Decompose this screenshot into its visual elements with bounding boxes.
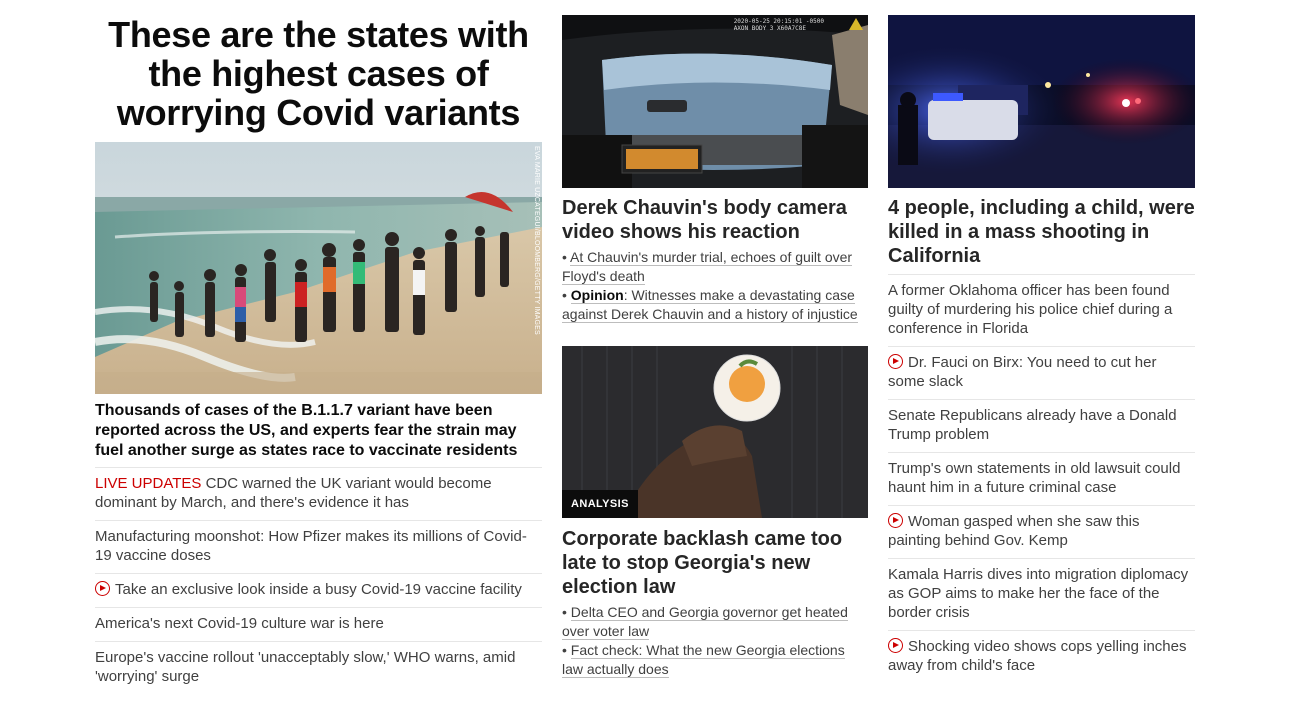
- list-item[interactable]: Manufacturing moonshot: How Pfizer makes…: [95, 520, 542, 573]
- list-item[interactable]: Woman gasped when she saw this painting …: [888, 505, 1195, 558]
- right-links-list: A former Oklahoma officer has been found…: [888, 274, 1195, 683]
- georgia-related-links: • Delta CEO and Georgia governor get hea…: [562, 603, 868, 679]
- beach-crowd-image[interactable]: EVA MARIE UZCATEGUI/BLOOMBERG/GETTY IMAG…: [95, 142, 542, 394]
- georgia-voter-sticker-image[interactable]: ANALYSIS: [562, 346, 868, 518]
- play-video-icon: [95, 581, 110, 596]
- list-item-text: Senate Republicans already have a Donald…: [888, 407, 1177, 443]
- image-credit: EVA MARIE UZCATEGUI/BLOOMBERG/GETTY IMAG…: [533, 146, 540, 335]
- lead-story-column: These are the states with the highest ca…: [95, 15, 542, 685]
- list-item-text: Europe's vaccine rollout 'unacceptably s…: [95, 649, 516, 685]
- list-item[interactable]: Kamala Harris dives into migration diplo…: [888, 558, 1195, 630]
- list-item[interactable]: Dr. Fauci on Birx: You need to cut her s…: [888, 346, 1195, 399]
- list-item-text: Shocking video shows cops yelling inches…: [888, 638, 1187, 674]
- bodycam-video-image[interactable]: 2020-05-25 20:15:01 -0500 AXON BODY 3 X60…: [562, 15, 868, 188]
- list-item[interactable]: Trump's own statements in old lawsuit co…: [888, 452, 1195, 505]
- list-item-text: Dr. Fauci on Birx: You need to cut her s…: [888, 354, 1157, 390]
- play-video-icon: [888, 513, 903, 528]
- list-item[interactable]: America's next Covid-19 culture war is h…: [95, 607, 542, 641]
- list-item-text: Take an exclusive look inside a busy Cov…: [115, 581, 522, 598]
- list-item-text: Woman gasped when she saw this painting …: [888, 513, 1140, 549]
- lead-story-subhead[interactable]: Thousands of cases of the B.1.1.7 varian…: [95, 401, 542, 461]
- list-item-text: Kamala Harris dives into migration diplo…: [888, 566, 1189, 621]
- georgia-headline[interactable]: Corporate backlash came too late to stop…: [562, 527, 868, 599]
- analysis-badge: ANALYSIS: [562, 490, 638, 518]
- list-item[interactable]: Take an exclusive look inside a busy Cov…: [95, 573, 542, 607]
- chauvin-related-links: • At Chauvin's murder trial, echoes of g…: [562, 248, 868, 324]
- live-updates-label: LIVE UPDATES: [95, 475, 202, 492]
- list-item-text: Manufacturing moonshot: How Pfizer makes…: [95, 528, 527, 564]
- related-link[interactable]: • Fact check: What the new Georgia elect…: [562, 641, 868, 679]
- related-link[interactable]: • Opinion: Witnesses make a devastating …: [562, 286, 868, 324]
- list-item[interactable]: Europe's vaccine rollout 'unacceptably s…: [95, 641, 542, 694]
- axon-warning-icon: [849, 18, 863, 30]
- list-item[interactable]: A former Oklahoma officer has been found…: [888, 274, 1195, 346]
- list-item-text: America's next Covid-19 culture war is h…: [95, 615, 384, 632]
- play-video-icon: [888, 354, 903, 369]
- california-shooting-headline[interactable]: 4 people, including a child, were killed…: [888, 196, 1195, 268]
- list-item-text: Trump's own statements in old lawsuit co…: [888, 460, 1181, 496]
- related-link[interactable]: • Delta CEO and Georgia governor get hea…: [562, 603, 868, 641]
- list-item[interactable]: Shocking video shows cops yelling inches…: [888, 630, 1195, 683]
- police-night-scene-image[interactable]: [888, 15, 1195, 188]
- play-video-icon: [888, 638, 903, 653]
- list-item[interactable]: Senate Republicans already have a Donald…: [888, 399, 1195, 452]
- list-item-text: A former Oklahoma officer has been found…: [888, 282, 1173, 337]
- related-link[interactable]: • At Chauvin's murder trial, echoes of g…: [562, 248, 868, 286]
- chauvin-headline[interactable]: Derek Chauvin's body camera video shows …: [562, 196, 868, 244]
- lead-story-title[interactable]: These are the states with the highest ca…: [95, 15, 542, 132]
- related-links-list: LIVE UPDATES CDC warned the UK variant w…: [95, 467, 542, 694]
- bodycam-timestamp: 2020-05-25 20:15:01 -0500 AXON BODY 3 X60…: [733, 18, 824, 32]
- list-item[interactable]: LIVE UPDATES CDC warned the UK variant w…: [95, 467, 542, 520]
